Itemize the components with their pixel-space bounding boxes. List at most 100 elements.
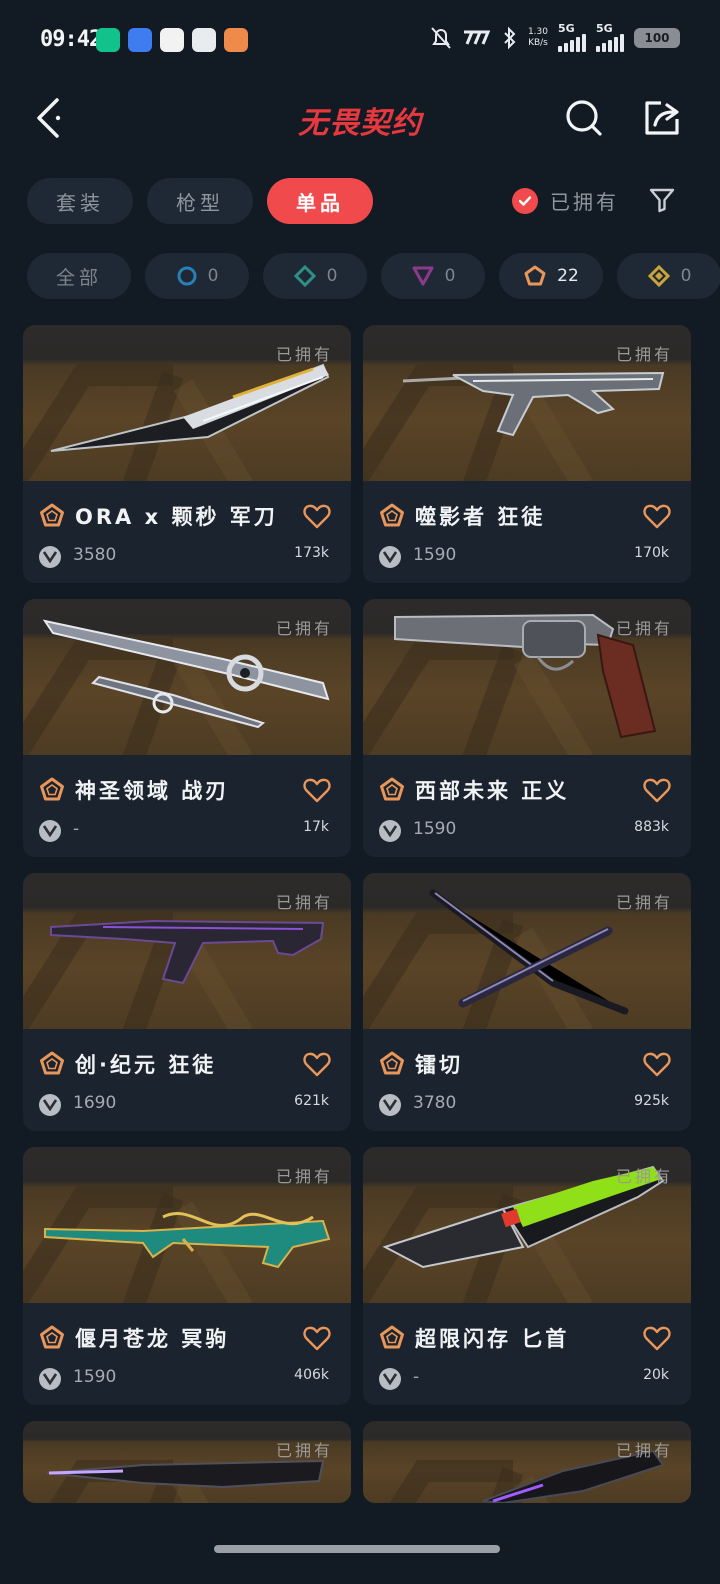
- rarity-filter-select[interactable]: 0: [145, 253, 249, 299]
- favorite-button[interactable]: [303, 777, 331, 803]
- triangle-tier-icon: [412, 266, 434, 286]
- heart-icon: [643, 1326, 671, 1351]
- heart-icon: [303, 1326, 331, 1351]
- pentagon-tier-icon: [40, 777, 64, 801]
- skin-image: 已拥有: [363, 599, 691, 755]
- share-icon: [645, 101, 679, 135]
- share-button[interactable]: [640, 96, 684, 140]
- favorite-button[interactable]: [303, 503, 331, 529]
- carrier-icon: [463, 30, 491, 45]
- skin-card[interactable]: 已拥有: [23, 1421, 351, 1503]
- diamond-tier-icon: [293, 264, 316, 288]
- skin-card[interactable]: 已拥有 神圣领域 战刃 - 17k: [23, 599, 351, 857]
- owned-badge: 已拥有: [615, 345, 673, 364]
- owned-filter-toggle[interactable]: 已拥有: [512, 186, 619, 215]
- vp-currency-icon: [39, 1094, 61, 1116]
- app-notification-icon: [160, 28, 184, 52]
- app-notification-icon: [128, 28, 152, 52]
- skin-name: 镭切: [415, 1053, 463, 1077]
- heart-icon: [303, 1052, 331, 1077]
- owned-badge: 已拥有: [275, 619, 333, 638]
- skin-info: 创·纪元 狂徒 1690 621k: [23, 1029, 351, 1131]
- skin-card[interactable]: 已拥有 超限闪存 匕首 - 20k: [363, 1147, 691, 1405]
- skin-price: 1590: [413, 819, 457, 839]
- rarity-filter-row: 全部 0 0 0 22 0: [27, 253, 720, 299]
- circle-tier-icon: [177, 266, 197, 286]
- skin-price: 1690: [73, 1093, 117, 1113]
- like-count: 925k: [634, 1093, 669, 1109]
- owned-badge: 已拥有: [615, 619, 673, 638]
- skin-card[interactable]: 已拥有 偃月苍龙 冥驹 1590 406k: [23, 1147, 351, 1405]
- status-bar: 09:42 1.30 KB/s 5G 5G 100: [0, 0, 720, 80]
- skin-image: 已拥有: [23, 1147, 351, 1303]
- bell-off-icon: [431, 27, 451, 49]
- rarity-filter-exclusive[interactable]: 22: [499, 253, 603, 299]
- signal-1: 5G: [558, 22, 586, 52]
- skin-name: 超限闪存 匕首: [415, 1327, 570, 1351]
- heart-icon: [643, 778, 671, 803]
- vp-currency-icon: [379, 1094, 401, 1116]
- skin-info: 镭切 3780 925k: [363, 1029, 691, 1131]
- skin-name: 西部未来 正义: [415, 779, 570, 803]
- skin-info: 噬影者 狂徒 1590 170k: [363, 481, 691, 583]
- bluetooth-icon: [504, 26, 516, 50]
- status-right: 1.30 KB/s 5G 5G 100: [430, 22, 680, 52]
- skin-card[interactable]: 已拥有 ORA x 颗秒 军刀 3580 173k: [23, 325, 351, 583]
- category-tabs: 套装 枪型 单品: [27, 178, 373, 224]
- skin-card[interactable]: 已拥有镭切 3780 925k: [363, 873, 691, 1131]
- pentagon-tier-icon: [40, 1325, 64, 1349]
- pentagon-tier-icon: [40, 1051, 64, 1075]
- vp-currency-icon: [39, 820, 61, 842]
- skin-grid: 已拥有 ORA x 颗秒 军刀 3580 173k 已拥有 噬影者 狂徒 1590 170k 已…: [23, 325, 693, 1503]
- like-count: 17k: [303, 819, 329, 835]
- heart-icon: [303, 778, 331, 803]
- skin-price: -: [413, 1367, 420, 1387]
- skin-card[interactable]: 已拥有: [363, 1421, 691, 1503]
- favorite-button[interactable]: [643, 777, 671, 803]
- favorite-button[interactable]: [643, 1325, 671, 1351]
- vp-currency-icon: [379, 820, 401, 842]
- home-indicator[interactable]: [214, 1545, 500, 1553]
- status-time: 09:42: [40, 27, 102, 52]
- rarity-filter-deluxe[interactable]: 0: [263, 253, 367, 299]
- favorite-button[interactable]: [643, 1051, 671, 1077]
- heart-icon: [643, 1052, 671, 1077]
- owned-badge: 已拥有: [275, 345, 333, 364]
- pentagon-tier-icon: [380, 503, 404, 527]
- skin-price: 1590: [413, 545, 457, 565]
- like-count: 883k: [634, 819, 669, 835]
- skin-name: 噬影者 狂徒: [415, 505, 546, 529]
- skin-name: ORA x 颗秒 军刀: [75, 505, 278, 529]
- tab-single-items[interactable]: 单品: [267, 178, 373, 224]
- pentagon-tier-icon: [380, 1325, 404, 1349]
- skin-image: 已拥有: [23, 599, 351, 755]
- vp-currency-icon: [39, 546, 61, 568]
- tab-weapon-types[interactable]: 枪型: [147, 178, 253, 224]
- rarity-filter-ultra[interactable]: 0: [617, 253, 720, 299]
- favorite-button[interactable]: [303, 1051, 331, 1077]
- skin-card[interactable]: 已拥有西部未来 正义 1590 883k: [363, 599, 691, 857]
- filter-button[interactable]: [646, 184, 678, 216]
- owned-badge: 已拥有: [615, 1441, 673, 1460]
- favorite-button[interactable]: [643, 503, 671, 529]
- pentagon-tier-icon: [524, 265, 546, 286]
- tab-bundles[interactable]: 套装: [27, 178, 133, 224]
- check-icon: [512, 187, 538, 214]
- skin-card[interactable]: 已拥有 创·纪元 狂徒 1690 621k: [23, 873, 351, 1131]
- vp-currency-icon: [379, 1368, 401, 1390]
- rarity-filter-all[interactable]: 全部: [27, 253, 131, 299]
- heart-icon: [643, 504, 671, 529]
- skin-info: ORA x 颗秒 军刀 3580 173k: [23, 481, 351, 583]
- signal-2: 5G: [596, 22, 624, 52]
- page-title: 无畏契约: [298, 106, 422, 141]
- skin-card[interactable]: 已拥有噬影者 狂徒 1590 170k: [363, 325, 691, 583]
- rarity-filter-premium[interactable]: 0: [381, 253, 485, 299]
- owned-badge: 已拥有: [615, 893, 673, 912]
- vp-currency-icon: [379, 546, 401, 568]
- favorite-button[interactable]: [303, 1325, 331, 1351]
- skin-image: 已拥有: [23, 325, 351, 481]
- like-count: 170k: [634, 545, 669, 561]
- search-button[interactable]: [562, 96, 606, 140]
- owned-badge: 已拥有: [275, 1167, 333, 1186]
- skin-name: 神圣领域 战刃: [75, 779, 230, 803]
